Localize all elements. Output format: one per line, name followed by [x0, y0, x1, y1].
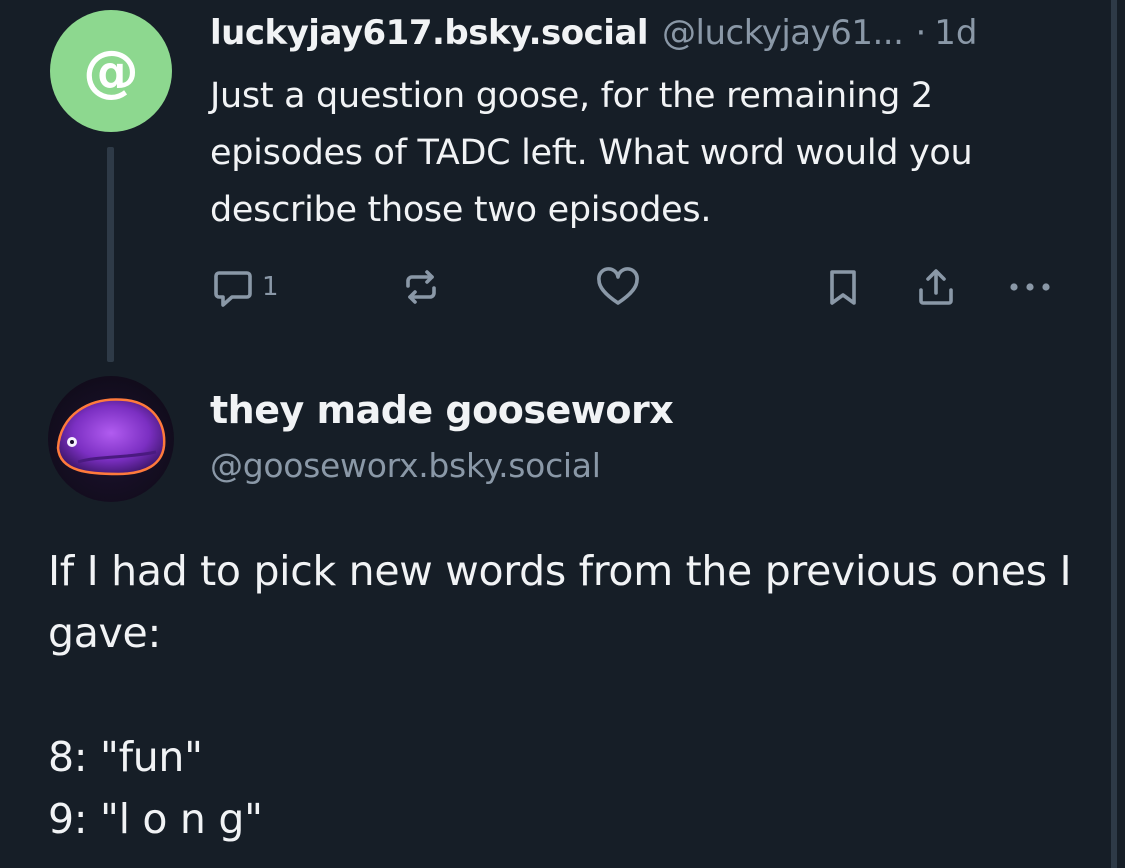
more-options-button[interactable]: [1005, 262, 1055, 312]
purple-creature-avatar-image: [56, 398, 166, 476]
list-item: 8: "fun": [48, 733, 203, 781]
heart-icon: [595, 264, 641, 310]
share-icon: [913, 264, 959, 310]
bookmark-icon: [820, 264, 866, 310]
header-separator: ·: [915, 13, 927, 53]
parent-post-time[interactable]: 1d: [934, 10, 977, 56]
parent-author-name[interactable]: luckyjay617.bsky.social: [210, 10, 649, 56]
main-author-name[interactable]: they made gooseworx: [210, 388, 674, 432]
more-icon: [1005, 264, 1055, 310]
main-post-intro: If I had to pick new words from the prev…: [48, 547, 1072, 657]
main-avatar[interactable]: [48, 376, 174, 502]
reply-count: 1: [262, 272, 279, 302]
parent-author-handle[interactable]: @luckyjay61...: [662, 10, 904, 56]
parent-post-header: luckyjay617.bsky.social @luckyjay61... ·…: [210, 10, 977, 56]
list-item: 9: "l o n g": [48, 795, 263, 843]
bookmark-button[interactable]: [820, 262, 866, 312]
thread-line: [107, 147, 114, 362]
avatar-at-glyph: @: [83, 38, 139, 104]
repost-button[interactable]: [398, 262, 444, 312]
parent-post-text: Just a question goose, for the remaining…: [210, 76, 973, 230]
main-post-text: If I had to pick new words from the prev…: [48, 540, 1088, 850]
reply-button[interactable]: 1: [210, 262, 279, 312]
reply-icon: [210, 264, 256, 310]
share-button[interactable]: [913, 262, 959, 312]
post-action-bar: 1: [210, 262, 1060, 312]
right-border: [1111, 0, 1117, 868]
repost-icon: [398, 264, 444, 310]
main-author-handle[interactable]: @gooseworx.bsky.social: [210, 446, 601, 485]
parent-avatar[interactable]: @: [50, 10, 172, 132]
like-button[interactable]: [595, 262, 641, 312]
